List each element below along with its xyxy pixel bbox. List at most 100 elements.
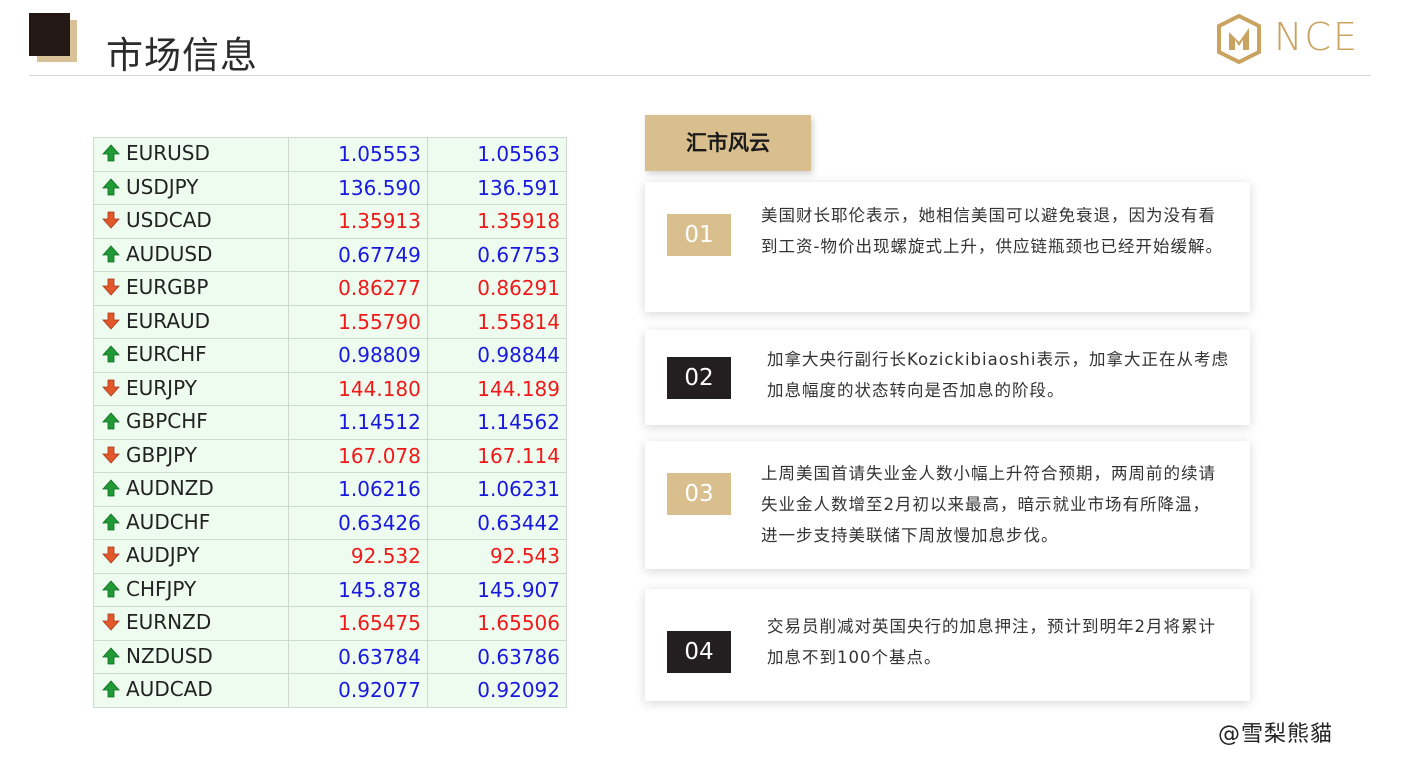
symbol-label: AUDUSD (126, 241, 213, 266)
symbol-cell: EURAUD (93, 304, 289, 339)
news-text: 美国财长耶伦表示，她相信美国可以避免衰退，因为没有看到工资-物价出现螺旋式上升，… (761, 206, 1223, 256)
symbol-label: EURGBP (126, 275, 209, 300)
logo-text: NCE (1274, 15, 1359, 59)
symbol-label: CHFJPY (126, 576, 197, 601)
down-arrow-icon (102, 545, 120, 569)
symbol-cell: EURGBP (93, 271, 289, 306)
symbol-label: EURJPY (126, 375, 197, 400)
down-arrow-icon (102, 378, 120, 402)
symbol-label: AUDCAD (126, 677, 213, 702)
down-arrow-icon (102, 311, 120, 335)
table-row: AUDCHF 0.63426 0.63442 (93, 505, 568, 540)
symbol-cell: EURCHF (93, 338, 289, 373)
down-arrow-icon (102, 445, 120, 469)
ask-cell: 1.05563 (426, 137, 568, 172)
news-number-badge: 02 (667, 357, 731, 399)
table-row: NZDUSD 0.63784 0.63786 (93, 639, 568, 674)
symbol-cell: AUDNZD (93, 472, 289, 507)
bid-cell: 167.078 (287, 438, 428, 473)
symbol-label: AUDJPY (126, 543, 200, 568)
bid-cell: 1.55790 (287, 304, 428, 339)
bid-cell: 145.878 (287, 572, 428, 607)
down-arrow-icon (102, 277, 120, 301)
symbol-cell: USDCAD (93, 204, 289, 239)
table-row: AUDCAD 0.92077 0.92092 (93, 673, 568, 708)
bid-cell: 0.63426 (287, 505, 428, 540)
table-row: EURGBP 0.86277 0.86291 (93, 271, 568, 306)
symbol-cell: EURNZD (93, 606, 289, 641)
news-text: 加拿大央行副行长Kozickibiaoshi表示，加拿大正在从考虑加息幅度的状态… (767, 350, 1229, 400)
symbol-label: AUDCHF (126, 509, 211, 534)
up-arrow-icon (102, 646, 120, 670)
news-number-badge: 03 (667, 473, 731, 515)
up-arrow-icon (102, 512, 120, 536)
ask-cell: 0.98844 (426, 338, 568, 373)
symbol-cell: EURUSD (93, 137, 289, 172)
symbol-label: GBPJPY (126, 442, 198, 467)
up-arrow-icon (102, 143, 120, 167)
table-row: GBPCHF 1.14512 1.14562 (93, 405, 568, 440)
down-arrow-icon (102, 210, 120, 234)
up-arrow-icon (102, 679, 120, 703)
ask-cell: 1.14562 (426, 405, 568, 440)
bid-cell: 0.67749 (287, 237, 428, 272)
ask-cell: 1.65506 (426, 606, 568, 641)
news-card-1: 01 美国财长耶伦表示，她相信美国可以避免衰退，因为没有看到工资-物价出现螺旋式… (645, 182, 1250, 312)
symbol-label: EURNZD (126, 610, 212, 635)
ask-cell: 0.86291 (426, 271, 568, 306)
symbol-cell: GBPJPY (93, 438, 289, 473)
symbol-label: USDCAD (126, 208, 212, 233)
table-row: GBPJPY 167.078 167.114 (93, 438, 568, 473)
symbol-label: EURCHF (126, 342, 207, 367)
bid-cell: 0.86277 (287, 271, 428, 306)
symbol-cell: NZDUSD (93, 639, 289, 674)
bid-cell: 1.65475 (287, 606, 428, 641)
up-arrow-icon (102, 579, 120, 603)
bid-cell: 0.98809 (287, 338, 428, 373)
title-decoration-black (29, 13, 70, 56)
bid-cell: 1.06216 (287, 472, 428, 507)
symbol-cell: CHFJPY (93, 572, 289, 607)
symbol-cell: AUDCHF (93, 505, 289, 540)
ask-cell: 1.06231 (426, 472, 568, 507)
news-number-badge: 04 (667, 631, 731, 673)
bid-cell: 136.590 (287, 170, 428, 205)
ask-cell: 145.907 (426, 572, 568, 607)
news-text: 上周美国首请失业金人数小幅上升符合预期，两周前的续请失业金人数增至2月初以来最高… (761, 464, 1216, 545)
symbol-label: GBPCHF (126, 409, 208, 434)
news-card-2: 02 加拿大央行副行长Kozickibiaoshi表示，加拿大正在从考虑加息幅度… (645, 330, 1250, 425)
ask-cell: 1.55814 (426, 304, 568, 339)
table-row: AUDJPY 92.532 92.543 (93, 539, 568, 574)
news-text: 交易员削减对英国央行的加息押注，预计到明年2月将累计加息不到100个基点。 (767, 617, 1216, 667)
symbol-label: EURAUD (126, 308, 211, 333)
up-arrow-icon (102, 344, 120, 368)
bid-cell: 144.180 (287, 371, 428, 406)
bid-cell: 92.532 (287, 539, 428, 574)
up-arrow-icon (102, 177, 120, 201)
bid-cell: 0.63784 (287, 639, 428, 674)
table-row: EURUSD 1.05553 1.05563 (93, 137, 568, 172)
bid-cell: 1.05553 (287, 137, 428, 172)
ask-cell: 0.63442 (426, 505, 568, 540)
ask-cell: 144.189 (426, 371, 568, 406)
table-row: USDCAD 1.35913 1.35918 (93, 204, 568, 239)
bid-cell: 1.14512 (287, 405, 428, 440)
fx-quote-table: EURUSD 1.05553 1.05563 USDJPY 136.590 136.591… (93, 137, 568, 708)
bid-cell: 0.92077 (287, 673, 428, 708)
ask-cell: 1.35918 (426, 204, 568, 239)
news-card-3: 03 上周美国首请失业金人数小幅上升符合预期，两周前的续请失业金人数增至2月初以… (645, 441, 1250, 569)
section-tag-label: 汇市风云 (686, 131, 770, 155)
ask-cell: 0.92092 (426, 673, 568, 708)
up-arrow-icon (102, 244, 120, 268)
section-tag: 汇市风云 (645, 115, 811, 171)
ask-cell: 136.591 (426, 170, 568, 205)
symbol-cell: USDJPY (93, 170, 289, 205)
header-divider (29, 75, 1371, 76)
table-row: USDJPY 136.590 136.591 (93, 170, 568, 205)
news-card-4: 04 交易员削减对英国央行的加息押注，预计到明年2月将累计加息不到100个基点。 (645, 589, 1250, 701)
ask-cell: 167.114 (426, 438, 568, 473)
ask-cell: 92.543 (426, 539, 568, 574)
table-row: EURJPY 144.180 144.189 (93, 371, 568, 406)
symbol-label: NZDUSD (126, 643, 213, 668)
up-arrow-icon (102, 478, 120, 502)
